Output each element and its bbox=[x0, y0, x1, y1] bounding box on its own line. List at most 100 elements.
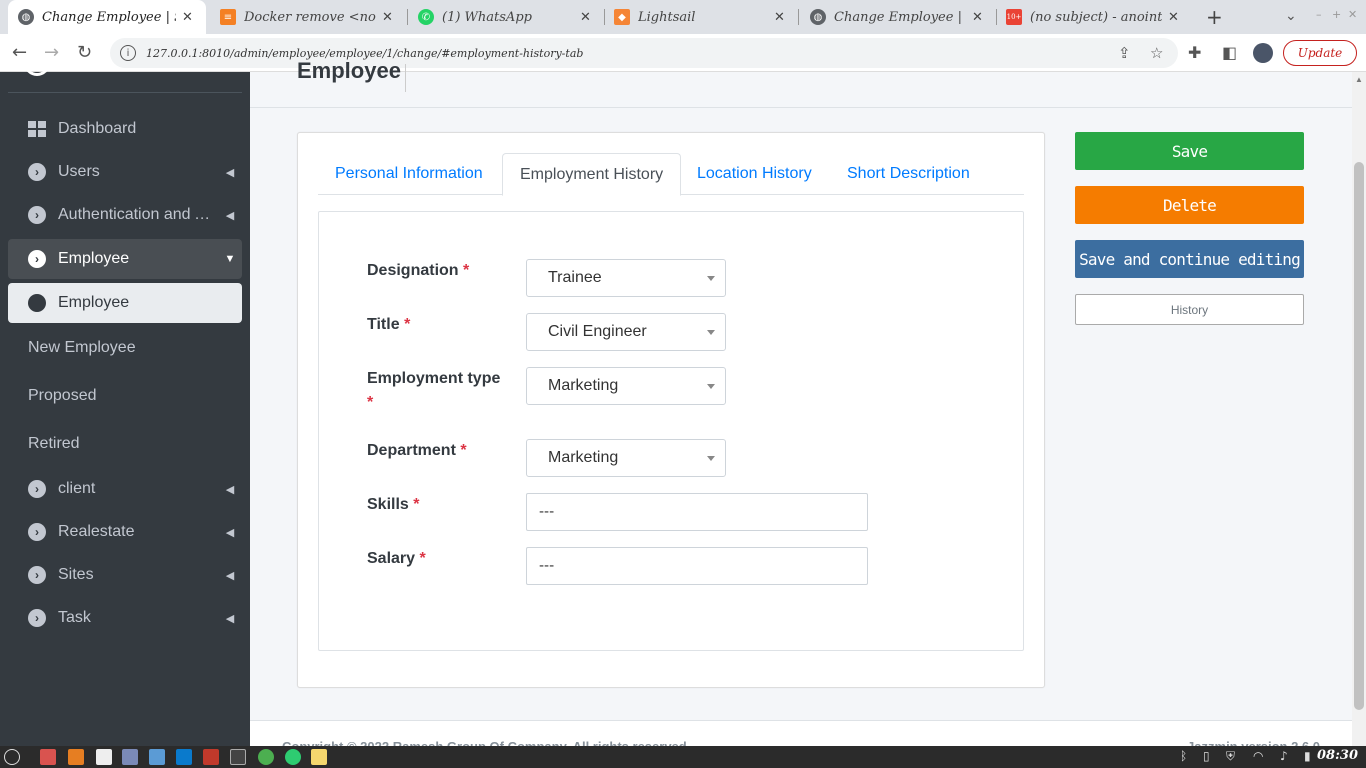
salary-field[interactable]: --- bbox=[526, 547, 868, 585]
field-label-text: Skills bbox=[367, 496, 409, 513]
chevron-down-icon[interactable]: ⌄ bbox=[1285, 8, 1297, 24]
sidebar-item-proposed[interactable]: Proposed bbox=[8, 376, 242, 416]
clock[interactable]: 08:30 bbox=[1317, 748, 1358, 763]
employment-type-select[interactable]: Marketing bbox=[526, 367, 726, 405]
close-icon[interactable]: ✕ bbox=[382, 10, 396, 25]
window-close-icon[interactable]: ✕ bbox=[1348, 8, 1357, 21]
designation-label: Designation * bbox=[367, 259, 469, 283]
sidebar-item-client[interactable]: › client ◀ bbox=[8, 469, 242, 509]
browser-tab-title: Lightsail bbox=[638, 9, 696, 25]
maximize-icon[interactable]: + bbox=[1332, 8, 1341, 21]
save-continue-button[interactable]: Save and continue editing bbox=[1075, 240, 1304, 278]
gmail-icon: 10+ bbox=[1006, 9, 1022, 25]
scroll-up-icon[interactable]: ▲ bbox=[1355, 75, 1363, 84]
info-icon[interactable]: i bbox=[120, 45, 136, 61]
reload-icon[interactable]: ↻ bbox=[77, 43, 92, 63]
minimize-icon[interactable]: – bbox=[1316, 8, 1322, 21]
title-select[interactable]: Civil Engineer bbox=[526, 313, 726, 351]
sidebar-item-label: Proposed bbox=[28, 387, 97, 404]
star-icon[interactable]: ☆ bbox=[1150, 44, 1163, 62]
close-icon[interactable]: ✕ bbox=[182, 10, 196, 25]
profile-avatar[interactable] bbox=[1253, 43, 1273, 63]
sidebar-item-employee[interactable]: Employee bbox=[8, 283, 242, 323]
sidebar-item-realestate[interactable]: › Realestate ◀ bbox=[8, 512, 242, 552]
document-icon[interactable] bbox=[96, 749, 112, 765]
sidebar-item-dashboard[interactable]: Dashboard bbox=[8, 109, 242, 149]
delete-button[interactable]: Delete bbox=[1075, 186, 1304, 224]
battery-icon[interactable]: ▮ bbox=[1304, 749, 1311, 763]
shield-icon[interactable]: ⛨ bbox=[1226, 749, 1235, 764]
sidebar-item-new-employee[interactable]: New Employee bbox=[8, 328, 242, 368]
bluetooth-icon[interactable]: ᛒ bbox=[1180, 749, 1187, 763]
tab-employment-history[interactable]: Employment History bbox=[502, 153, 682, 196]
terminal-red-icon[interactable] bbox=[203, 749, 219, 765]
address-bar[interactable]: i 127.0.0.1:8010/admin/employee/employee… bbox=[110, 38, 1178, 68]
tab-location-history[interactable]: Location History bbox=[680, 153, 829, 195]
sidepanel-icon[interactable]: ◧ bbox=[1222, 43, 1237, 63]
close-icon[interactable]: ✕ bbox=[972, 10, 986, 25]
browser-tab-change-employee-2[interactable]: ◍ Change Employee | Su ✕ bbox=[800, 0, 996, 34]
department-select[interactable]: Marketing bbox=[526, 439, 726, 477]
dashboard-icon bbox=[28, 121, 46, 137]
notes-icon[interactable] bbox=[311, 749, 327, 765]
page-footer: Copyright © 2022 Ramesh Group Of Company… bbox=[250, 720, 1352, 754]
settings-icon[interactable] bbox=[149, 749, 165, 765]
tab-short-description[interactable]: Short Description bbox=[830, 153, 987, 195]
tab-personal-information[interactable]: Personal Information bbox=[318, 153, 500, 195]
browser-tab-title: Docker remove <none> bbox=[244, 9, 376, 25]
menu-icon[interactable] bbox=[4, 749, 20, 765]
field-label-text: Salary bbox=[367, 550, 416, 567]
select-value: Marketing bbox=[548, 377, 619, 394]
audio-icon[interactable]: ♪ bbox=[1280, 749, 1288, 763]
browser-tab-change-employee[interactable]: ◍ Change Employee | Su ✕ bbox=[8, 0, 206, 34]
sidebar-item-label: Retired bbox=[28, 435, 80, 452]
close-icon[interactable]: ✕ bbox=[1168, 10, 1182, 25]
new-tab-icon[interactable]: + bbox=[1206, 5, 1223, 29]
brand-logo[interactable] bbox=[24, 62, 50, 76]
vscode-icon[interactable] bbox=[176, 749, 192, 765]
sidebar-item-employee-group[interactable]: › Employee ▼ bbox=[8, 239, 242, 279]
designation-select[interactable]: Trainee bbox=[526, 259, 726, 297]
sidebar-item-sites[interactable]: › Sites ◀ bbox=[8, 555, 242, 595]
back-icon[interactable]: ← bbox=[12, 43, 27, 63]
scrollbar-thumb[interactable] bbox=[1354, 162, 1364, 710]
wifi-icon[interactable]: ◠ bbox=[1253, 749, 1263, 763]
lightsail-icon: ◆ bbox=[614, 9, 630, 25]
chrome-icon[interactable] bbox=[258, 749, 274, 765]
update-button[interactable]: Update bbox=[1283, 40, 1357, 66]
image-viewer-icon[interactable] bbox=[122, 749, 138, 765]
sidebar-item-task[interactable]: › Task ◀ bbox=[8, 598, 242, 638]
sidebar-item-authentication[interactable]: › Authentication and Authorization ◀ bbox=[8, 195, 242, 235]
extensions-icon[interactable]: ✚ bbox=[1188, 43, 1201, 63]
history-button[interactable]: History bbox=[1075, 294, 1304, 325]
share-icon[interactable]: ⇪ bbox=[1118, 44, 1131, 62]
chevron-left-icon: ◀ bbox=[225, 166, 235, 179]
terminal-icon[interactable] bbox=[230, 749, 246, 765]
required-mark: * bbox=[460, 442, 467, 459]
close-icon[interactable]: ✕ bbox=[774, 10, 788, 25]
browser-tab-lightsail[interactable]: ◆ Lightsail ✕ bbox=[604, 0, 798, 34]
circle-chevron-icon: › bbox=[28, 163, 46, 181]
page-scrollbar[interactable]: ▲ bbox=[1352, 72, 1366, 746]
sidebar-item-label: client bbox=[58, 480, 96, 497]
circle-chevron-icon: › bbox=[28, 250, 46, 268]
browser-tab-whatsapp[interactable]: ✆ (1) WhatsApp ✕ bbox=[408, 0, 604, 34]
browser-tab-gmail[interactable]: 10+ (no subject) - anointed ✕ bbox=[996, 0, 1192, 34]
employment-type-label: Employment type * bbox=[367, 367, 507, 415]
skills-field[interactable]: --- bbox=[526, 493, 868, 531]
clipboard-icon[interactable]: ▯ bbox=[1203, 749, 1210, 763]
whatsapp-icon[interactable] bbox=[285, 749, 301, 765]
forward-icon[interactable]: → bbox=[44, 43, 59, 63]
sidebar-item-users[interactable]: › Users ◀ bbox=[8, 152, 242, 192]
sidebar-item-label: Dashboard bbox=[58, 120, 137, 137]
browser-tab-docker[interactable]: ≡ Docker remove <none> ✕ bbox=[210, 0, 406, 34]
close-icon[interactable]: ✕ bbox=[580, 10, 594, 25]
field-label-text: Department bbox=[367, 442, 456, 459]
file-manager-icon[interactable] bbox=[40, 749, 56, 765]
sidebar-item-retired[interactable]: Retired bbox=[8, 424, 242, 464]
firefox-icon[interactable] bbox=[68, 749, 84, 765]
browser-tab-title: Change Employee | Su bbox=[42, 9, 176, 25]
required-mark: * bbox=[367, 394, 374, 411]
save-button[interactable]: Save bbox=[1075, 132, 1304, 170]
circle-chevron-icon: › bbox=[28, 609, 46, 627]
